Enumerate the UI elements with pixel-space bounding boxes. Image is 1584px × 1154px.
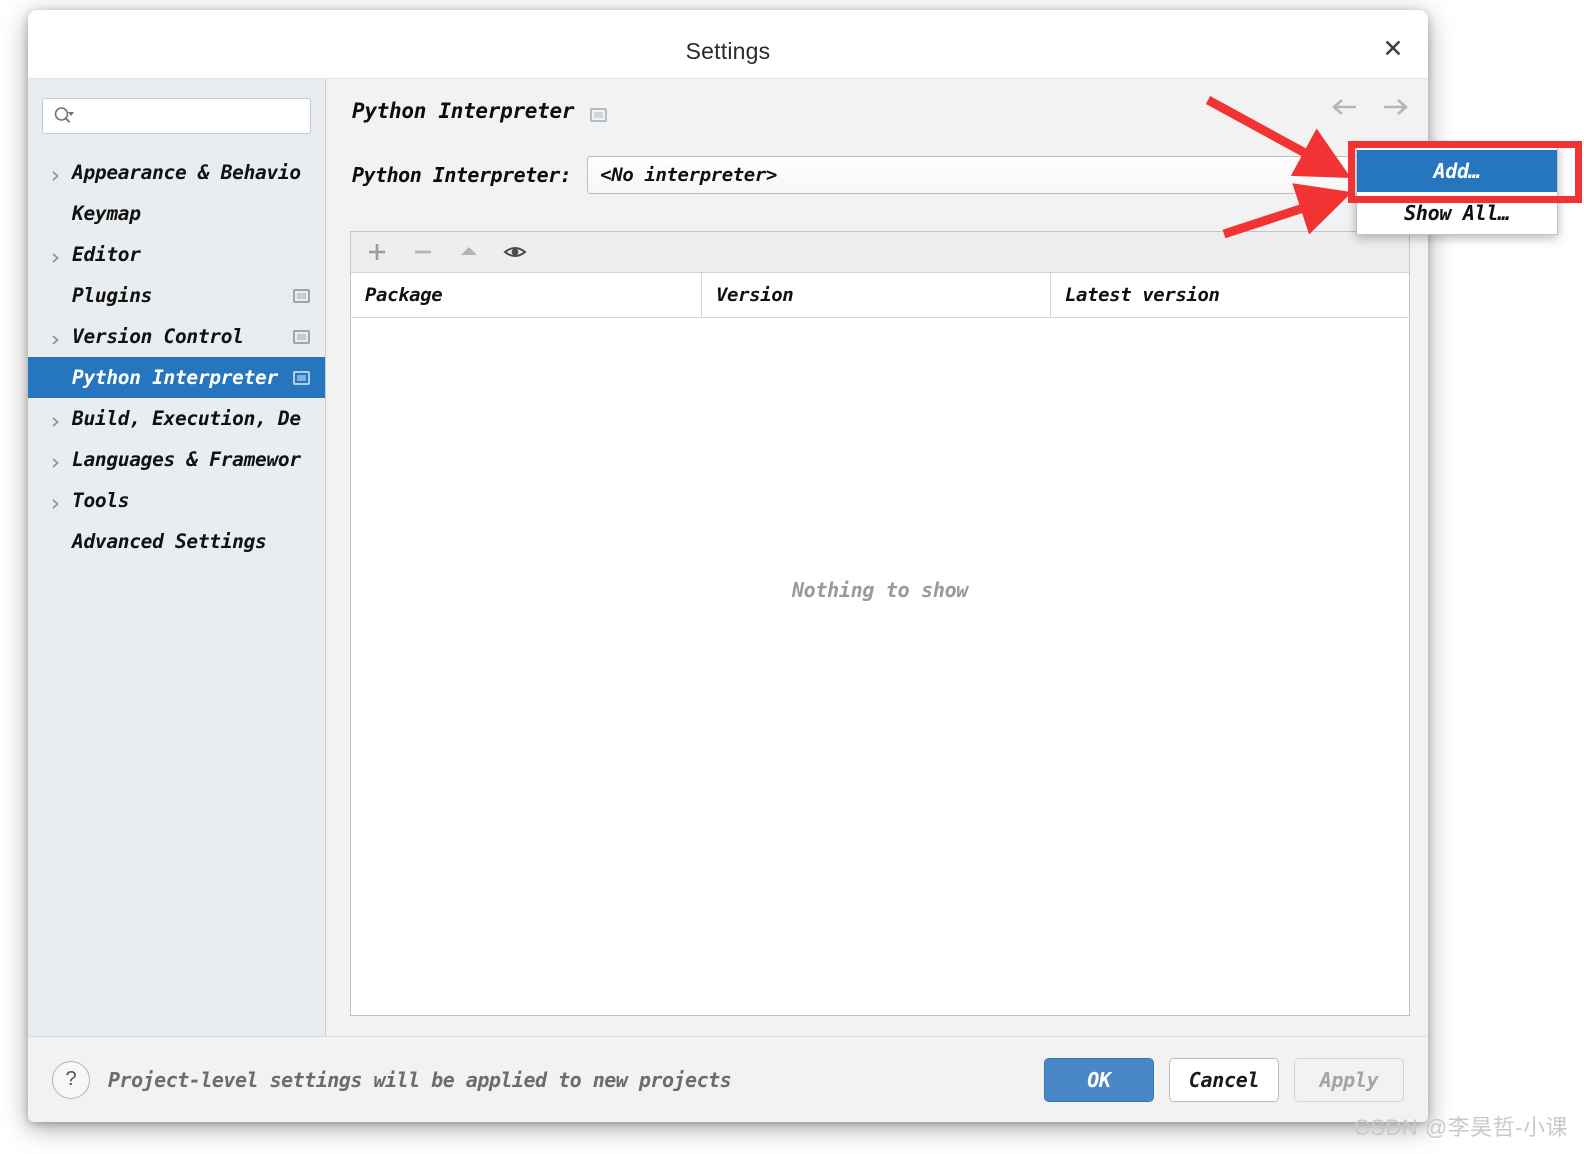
upgrade-package-button[interactable] (455, 238, 483, 266)
arrow-left-icon[interactable] (1330, 97, 1360, 121)
sidebar-item-version-control[interactable]: Version Control (28, 316, 325, 357)
search-icon (53, 106, 75, 126)
arrow-right-icon[interactable] (1380, 97, 1410, 121)
sidebar-item-languages-frameworks[interactable]: Languages & Framewor (28, 439, 325, 480)
sidebar-item-label: Version Control (72, 325, 244, 348)
watermark: CSDN @李昊哲-小课 (1353, 1115, 1568, 1140)
dialog-body: Appearance & Behavio Keymap Editor Plugi… (28, 79, 1428, 1036)
sidebar-item-label: Python Interpreter (72, 366, 278, 389)
sidebar-item-keymap[interactable]: Keymap (28, 193, 325, 234)
cancel-button[interactable]: Cancel (1169, 1057, 1279, 1102)
column-header-latest-version[interactable]: Latest version (1051, 273, 1409, 317)
settings-sidebar: Appearance & Behavio Keymap Editor Plugi… (28, 79, 326, 1036)
history-nav (1330, 97, 1410, 121)
remove-package-button[interactable] (409, 238, 437, 266)
sidebar-item-build-execution-deployment[interactable]: Build, Execution, De (28, 398, 325, 439)
sidebar-item-python-interpreter[interactable]: Python Interpreter (28, 357, 325, 398)
sidebar-item-label: Advanced Settings (72, 530, 267, 553)
sidebar-item-label: Keymap (72, 202, 141, 225)
ok-button[interactable]: OK (1044, 1057, 1154, 1102)
sidebar-item-label: Build, Execution, De (72, 407, 301, 430)
apply-button: Apply (1294, 1057, 1404, 1102)
sidebar-item-tools[interactable]: Tools (28, 480, 325, 521)
interpreter-combobox[interactable]: <No interpreter> (587, 156, 1410, 194)
sidebar-item-label: Languages & Framewor (72, 448, 301, 471)
add-package-button[interactable] (363, 238, 391, 266)
sidebar-item-advanced-settings[interactable]: Advanced Settings (28, 521, 325, 562)
chevron-right-icon (49, 249, 61, 263)
packages-table-body: Nothing to show (351, 318, 1409, 1015)
sidebar-item-label: Plugins (72, 284, 153, 307)
page-title: Python Interpreter (352, 99, 575, 123)
chevron-right-icon (49, 413, 61, 427)
dialog-title: Settings (685, 38, 771, 64)
interpreter-value: <No interpreter> (600, 164, 777, 186)
empty-state-text: Nothing to show (791, 578, 969, 602)
chevron-right-icon (49, 331, 61, 345)
chevron-right-icon (49, 167, 61, 181)
column-header-version[interactable]: Version (702, 273, 1051, 317)
interpreter-row: Python Interpreter: <No interpreter> (352, 155, 1410, 195)
packages-panel: Package Version Latest version Nothing t… (350, 231, 1410, 1016)
sidebar-item-label: Editor (72, 243, 141, 266)
sidebar-search-wrap (42, 98, 311, 134)
menu-item-show-all[interactable]: Show All… (1357, 192, 1557, 234)
menu-item-add[interactable]: Add… (1357, 150, 1557, 192)
settings-dialog: Settings ✕ Appearance & Behavio Keymap E… (28, 10, 1428, 1122)
dialog-titlebar: Settings ✕ (28, 10, 1428, 79)
settings-content-pane: Python Interpreter Python Interpreter: <… (326, 79, 1428, 1036)
interpreter-dropdown-menu: Add… Show All… (1356, 145, 1558, 235)
search-box[interactable] (42, 98, 311, 134)
packages-table-header: Package Version Latest version (351, 273, 1409, 318)
project-level-badge-icon (590, 108, 607, 122)
help-icon[interactable]: ? (52, 1060, 90, 1099)
project-level-badge-icon (293, 329, 310, 344)
content-header: Python Interpreter (326, 79, 1428, 141)
sidebar-item-editor[interactable]: Editor (28, 234, 325, 275)
close-icon[interactable]: ✕ (1376, 35, 1410, 65)
dialog-footer: ? Project-level settings will be applied… (28, 1036, 1428, 1122)
footer-note: Project-level settings will be applied t… (108, 1067, 732, 1092)
chevron-right-icon (49, 495, 61, 509)
sidebar-item-appearance-behavior[interactable]: Appearance & Behavio (28, 152, 325, 193)
packages-toolbar (351, 232, 1409, 273)
sidebar-item-label: Tools (72, 489, 130, 512)
sidebar-item-plugins[interactable]: Plugins (28, 275, 325, 316)
settings-tree: Appearance & Behavio Keymap Editor Plugi… (28, 152, 325, 562)
column-header-package[interactable]: Package (351, 273, 702, 317)
project-level-badge-icon (293, 288, 310, 303)
project-level-badge-icon (293, 370, 310, 385)
chevron-right-icon (49, 454, 61, 468)
show-early-releases-button[interactable] (501, 238, 529, 266)
sidebar-item-label: Appearance & Behavio (72, 161, 301, 184)
interpreter-label: Python Interpreter: (352, 163, 572, 187)
search-input[interactable] (75, 100, 310, 132)
